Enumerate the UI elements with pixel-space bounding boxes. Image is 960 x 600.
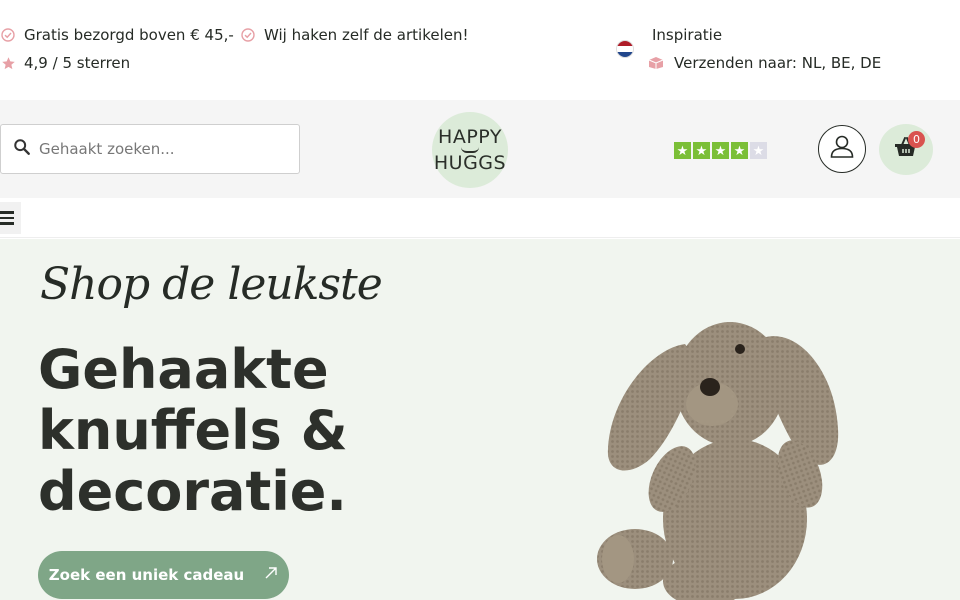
usp-free-shipping-text: Gratis bezorgd boven € 45,- xyxy=(24,26,234,44)
usp-free-shipping: Gratis bezorgd boven € 45,- xyxy=(0,26,234,44)
logo-line-2: HUGGS xyxy=(433,151,507,174)
ship-to-text: Verzenden naar: NL, BE, DE xyxy=(674,54,882,72)
ship-to-info: Verzenden naar: NL, BE, DE xyxy=(648,54,882,72)
inspiration-link-text[interactable]: Inspiratie xyxy=(652,26,722,44)
usp-handmade: Wij haken zelf de artikelen! xyxy=(240,26,469,44)
cart-button[interactable] xyxy=(879,124,933,175)
usp-rating-text: 4,9 / 5 sterren xyxy=(24,54,131,72)
usp-rating: 4,9 / 5 sterren xyxy=(0,54,130,72)
cart-count-badge: 0 xyxy=(908,131,925,148)
inspiration-link[interactable]: Inspiratie xyxy=(652,26,722,44)
trustpilot-rating[interactable]: ★ ★ ★ ★ ★ xyxy=(674,142,767,159)
trustpilot-star-icon: ★ xyxy=(712,142,729,159)
user-icon xyxy=(828,133,856,166)
netherlands-flag-icon[interactable] xyxy=(616,40,634,58)
search-box[interactable] xyxy=(0,124,300,174)
site-header: HAPPY HUGGS ★ ★ ★ ★ ★ xyxy=(0,100,960,198)
find-gift-button[interactable]: Zoek een uniek cadeau xyxy=(38,551,289,599)
crochet-bunny-image xyxy=(597,322,839,600)
usp-handmade-text: Wij haken zelf de artikelen! xyxy=(264,26,469,44)
box-icon xyxy=(648,55,664,71)
trustpilot-star-icon: ★ xyxy=(731,142,748,159)
trustpilot-star-icon: ★ xyxy=(693,142,710,159)
top-info-bar: Gratis bezorgd boven € 45,- Wij haken ze… xyxy=(0,0,960,100)
logo-line-1: HAPPY xyxy=(438,125,502,148)
nav-row xyxy=(0,198,960,238)
star-icon xyxy=(0,55,16,71)
find-gift-button-label: Zoek een uniek cadeau xyxy=(48,566,245,584)
hero-section: Shop de leukste Gehaakte knuffels & deco… xyxy=(0,239,960,600)
trustpilot-star-empty-icon: ★ xyxy=(750,142,767,159)
search-icon[interactable] xyxy=(13,138,31,161)
arrow-up-right-icon xyxy=(264,566,278,584)
account-button[interactable] xyxy=(818,125,866,173)
hero-script-heading: Shop de leukste xyxy=(40,259,383,310)
hamburger-icon[interactable] xyxy=(0,202,21,234)
trustpilot-star-icon: ★ xyxy=(674,142,691,159)
check-circle-icon xyxy=(0,27,16,43)
hero-title: Gehaakte knuffels & decoratie. xyxy=(38,338,348,523)
check-circle-icon xyxy=(240,27,256,43)
search-input[interactable] xyxy=(39,140,279,158)
site-logo[interactable]: HAPPY HUGGS xyxy=(432,112,508,188)
